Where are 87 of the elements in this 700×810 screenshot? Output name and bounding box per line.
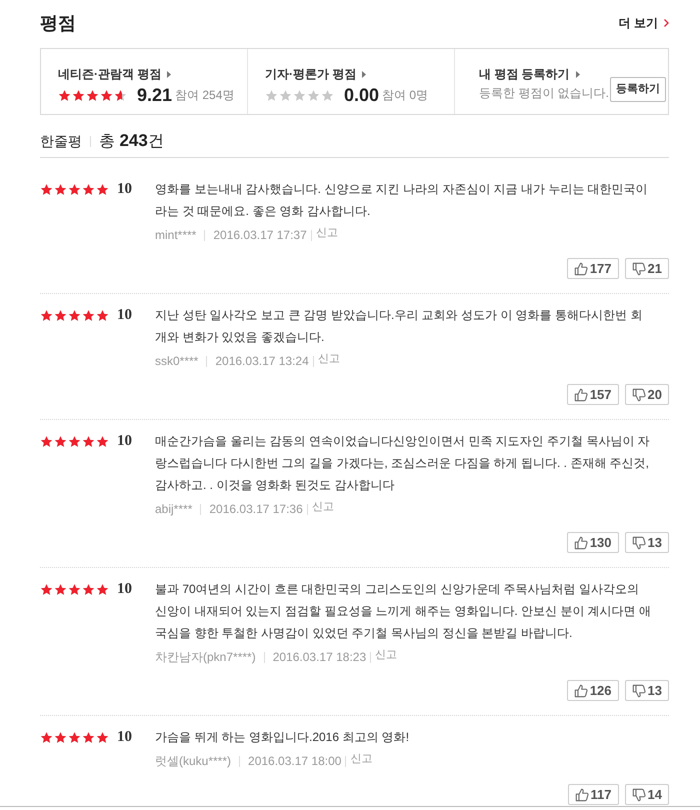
dislike-button[interactable]: 13 <box>624 532 669 553</box>
star-icon <box>82 182 95 196</box>
review-text: 매순간가슴을 울리는 감동의 연속이었습니다신앙인이면서 민족 지도자인 주기철 목사님이 자랑스럽습니다 다시한번 그의 길을 가겠다는, 조심스러운 다짐을 하게 됩니다. . 존재해 주신것, 감사하고. . 이것을 영화화 된것도 감사합니다 <box>155 433 651 494</box>
star-icon <box>68 182 81 196</box>
like-button[interactable]: 130 <box>566 532 619 553</box>
thumbs-down-icon <box>632 536 646 550</box>
review-score: 10 <box>117 180 132 199</box>
dislike-button[interactable]: 14 <box>624 784 669 805</box>
star-icon <box>96 582 109 596</box>
star-icon <box>40 434 53 448</box>
reviews-heading: 한줄평 <box>40 132 82 150</box>
caret-icon <box>362 70 366 78</box>
star-icon <box>82 730 95 744</box>
star-icon <box>96 182 109 196</box>
star-icon <box>68 308 81 322</box>
dislike-button[interactable]: 20 <box>624 384 669 405</box>
participant-count: 참여 0명 <box>382 87 428 104</box>
empty-rating-message: 등록한 평점이 없습니다. <box>479 85 610 102</box>
star-icon <box>86 88 99 102</box>
rating-label[interactable]: 네티즌·관람객 평점 <box>58 65 162 83</box>
thumbs-up-icon <box>574 262 588 276</box>
star-icon <box>82 434 95 448</box>
star-icon <box>54 730 67 744</box>
star-icon <box>321 88 334 102</box>
star-icon <box>96 308 109 322</box>
dislike-button[interactable]: 13 <box>624 680 669 701</box>
star-icon <box>82 582 95 596</box>
average-score: 9.21 <box>137 84 172 106</box>
review-date: 2016.03.17 18:23 <box>272 649 366 666</box>
thumbs-up-icon <box>574 536 588 550</box>
star-icon <box>72 88 85 102</box>
participant-count: 참여 254명 <box>175 87 234 104</box>
review-score: 10 <box>117 432 132 451</box>
thumbs-up-icon <box>574 684 588 698</box>
like-button[interactable]: 117 <box>568 784 619 805</box>
star-icon <box>40 308 53 322</box>
star-icon <box>54 434 67 448</box>
chevron-right-icon <box>664 19 669 27</box>
review-text: 불과 70여년의 시간이 흐른 대한민국의 그리스도인의 신앙가운데 주목사님처럼 일사각오의 신앙이 내재되어 있는지 점검할 필요성을 느끼게 해주는 영화입니다. 안보신 분이 계시다면 애국심을 향한 투철한 사명감이 있었던 주기철 목사님의 정신을 본받길 바랍니다. <box>155 581 652 642</box>
thumbs-down-icon <box>632 388 646 402</box>
star-icon <box>54 582 67 596</box>
rating-label[interactable]: 기자·평론가 평점 <box>265 65 356 83</box>
star-icon <box>82 308 95 322</box>
star-icon <box>307 88 320 102</box>
thumbs-down-icon <box>632 788 646 802</box>
star-icon <box>40 182 53 196</box>
star-icon <box>293 88 306 102</box>
star-icon <box>40 582 53 596</box>
dislike-button[interactable]: 21 <box>624 258 669 279</box>
section-title: 평점 <box>40 12 76 34</box>
review-score: 10 <box>117 580 132 599</box>
caret-icon <box>167 70 172 78</box>
star-icon <box>40 730 53 744</box>
like-button[interactable]: 157 <box>566 384 619 405</box>
review-text: 지난 성탄 일사각오 보고 큰 감명 받았습니다.우리 교회와 성도가 이 영화를 통해다시한번 회개와 변화가 있었음 좋겠습니다. <box>155 307 644 346</box>
like-button[interactable]: 177 <box>566 258 619 279</box>
star-icon <box>96 730 109 744</box>
star-icon <box>58 88 71 102</box>
review-date: 2016.03.17 17:37 <box>213 227 307 244</box>
register-button[interactable]: 등록하기 <box>610 76 666 102</box>
thumbs-down-icon <box>632 684 646 698</box>
review-date: 2016.03.17 17:36 <box>209 501 303 518</box>
thumbs-up-icon <box>574 788 589 802</box>
more-link[interactable]: 더 보기 <box>618 14 669 32</box>
star-icon <box>96 434 109 448</box>
star-icon <box>54 308 67 322</box>
star-icon <box>68 582 81 596</box>
thumbs-up-icon <box>574 388 588 402</box>
star-icon <box>279 88 292 102</box>
star-icon <box>100 88 113 102</box>
like-button[interactable]: 126 <box>566 680 619 701</box>
star-icon <box>114 88 127 102</box>
caret-icon <box>576 70 580 78</box>
star-icon <box>68 730 81 744</box>
review-date: 2016.03.17 13:24 <box>215 353 309 370</box>
review-text: 영화를 보는내내 감사했습니다. 신양으로 지킨 나라의 자존심이 지금 내가 누리는 대한민국이라는 것 때문에요. 좋은 영화 감사합니다. <box>155 181 649 220</box>
review-total: 총 243건 <box>99 130 164 152</box>
thumbs-down-icon <box>632 262 646 276</box>
review-score: 10 <box>117 728 132 747</box>
rating-label[interactable]: 내 평점 등록하기 <box>479 65 570 83</box>
star-icon <box>54 182 67 196</box>
review-text: 가슴을 뛰게 하는 영화입니다.2016 최고의 영화! <box>155 729 410 746</box>
review-date: 2016.03.17 18:00 <box>248 753 342 770</box>
star-icon <box>265 88 278 102</box>
star-icon <box>68 434 81 448</box>
review-score: 10 <box>117 306 132 325</box>
average-score: 0.00 <box>344 84 380 106</box>
